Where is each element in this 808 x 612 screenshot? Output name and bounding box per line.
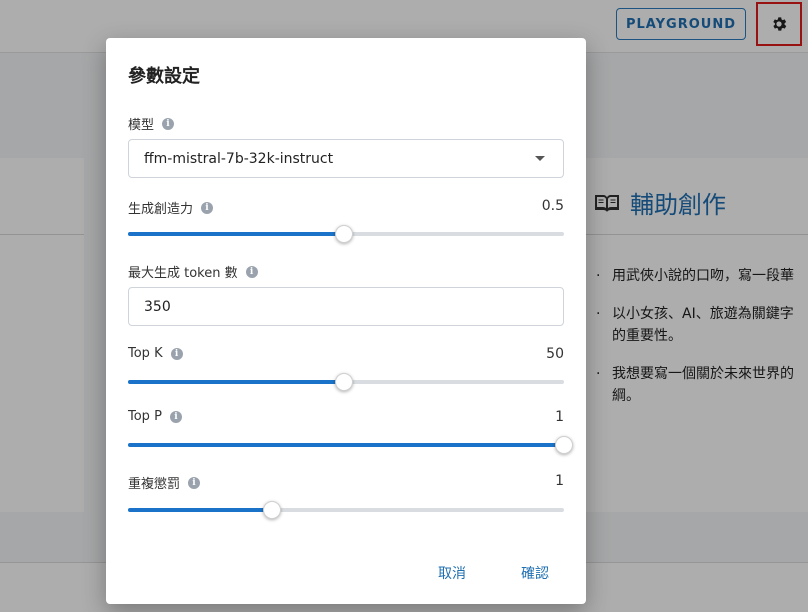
info-icon[interactable]: i [201,201,214,214]
max-tokens-input[interactable]: 350 [128,287,564,326]
cancel-button[interactable]: 取消 [438,563,466,583]
info-icon[interactable]: i [169,410,182,423]
slider-thumb[interactable] [334,225,353,243]
model-label: 模型 i [128,114,175,133]
info-icon[interactable]: i [162,117,175,130]
repetition-slider[interactable] [128,501,564,519]
creativity-value: 0.5 [541,198,564,214]
creativity-slider[interactable] [128,225,564,243]
creativity-label: 生成創造力 i [128,198,214,217]
confirm-button[interactable]: 確認 [521,563,549,583]
dialog-title: 參數設定 [128,66,200,87]
info-icon[interactable]: i [188,476,201,489]
caret-down-icon [535,156,545,161]
repetition-label: 重複懲罰 i [128,473,201,492]
slider-thumb[interactable] [334,373,353,391]
info-icon[interactable]: i [245,265,258,278]
top-p-value: 1 [555,409,564,425]
top-k-slider[interactable] [128,373,564,391]
top-k-value: 50 [546,346,564,362]
settings-dialog: 參數設定 模型 i ffm-mistral-7b-32k-instruct 生成創… [106,38,586,604]
top-p-label: Top Pi [128,409,182,424]
max-tokens-label: 最大生成 token 數i [128,262,258,281]
top-k-label: Top Ki [128,346,183,361]
slider-thumb[interactable] [262,501,281,519]
repetition-value: 1 [555,473,564,489]
model-select[interactable]: ffm-mistral-7b-32k-instruct [128,139,564,178]
top-p-slider[interactable] [128,436,573,454]
slider-thumb[interactable] [555,436,573,454]
info-icon[interactable]: i [170,347,183,360]
